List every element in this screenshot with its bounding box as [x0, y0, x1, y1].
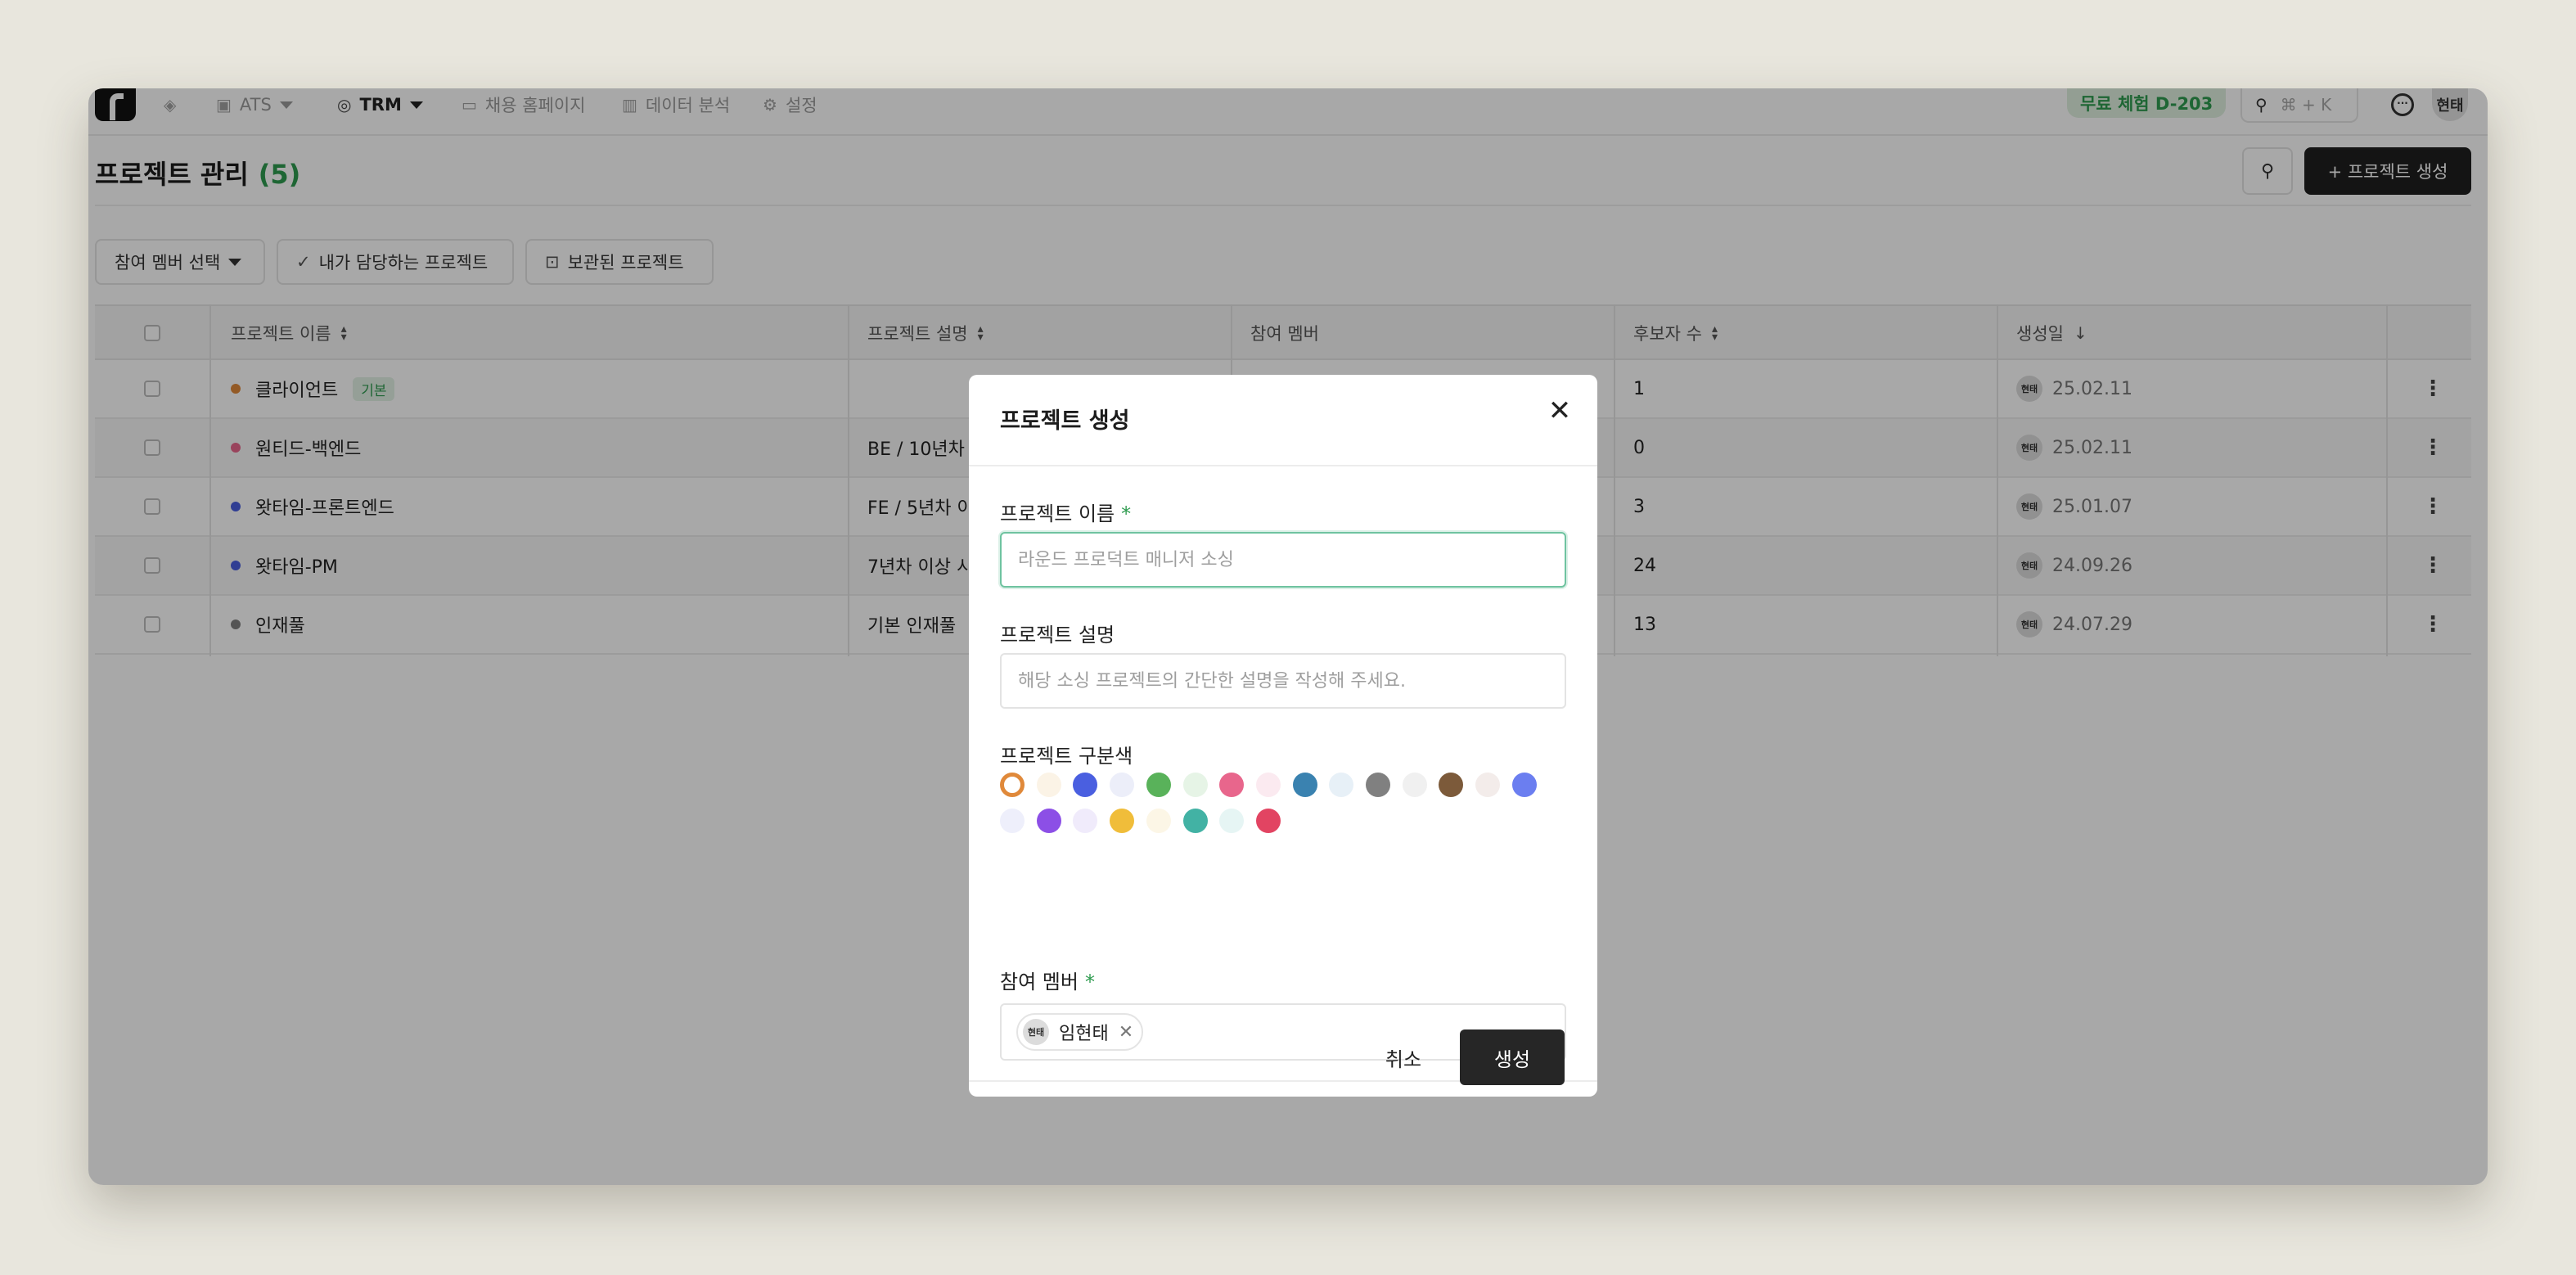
color-swatch[interactable] — [1182, 773, 1208, 797]
description-label: 프로젝트 설명 — [1000, 624, 1115, 647]
color-swatch[interactable] — [1219, 809, 1245, 833]
members-label-text: 참여 멤버 — [1000, 971, 1079, 993]
color-swatch[interactable] — [1292, 773, 1317, 797]
color-swatch[interactable] — [1110, 773, 1135, 797]
required-mark: * — [1121, 502, 1132, 525]
color-swatch[interactable] — [1255, 809, 1281, 833]
name-label: 프로젝트 이름 * — [1000, 498, 1131, 526]
create-project-modal: 프로젝트 생성 ✕ 프로젝트 이름 * 프로젝트 설명 프로젝트 구분색 참여 멤… — [969, 375, 1597, 1097]
project-name-input[interactable] — [1000, 532, 1566, 588]
members-label: 참여 멤버 * — [1000, 966, 1095, 994]
color-swatch[interactable] — [1402, 773, 1427, 797]
cancel-button[interactable]: 취소 — [1360, 1029, 1447, 1085]
color-swatch[interactable] — [1146, 809, 1171, 833]
color-swatch[interactable] — [1475, 773, 1501, 797]
submit-button[interactable]: 생성 — [1460, 1029, 1565, 1085]
project-description-input[interactable] — [1000, 653, 1566, 709]
color-swatch[interactable] — [1146, 773, 1171, 797]
color-swatch[interactable] — [1036, 809, 1061, 833]
color-swatch[interactable] — [1219, 773, 1245, 797]
color-swatch[interactable] — [1000, 809, 1025, 833]
color-swatch[interactable] — [1439, 773, 1464, 797]
color-swatch[interactable] — [1255, 773, 1281, 797]
color-swatch[interactable] — [1110, 809, 1135, 833]
color-swatch[interactable] — [1329, 773, 1354, 797]
color-swatch[interactable] — [1000, 773, 1025, 797]
color-swatch[interactable] — [1036, 773, 1061, 797]
color-swatch[interactable] — [1073, 773, 1098, 797]
app-window: ◈ ▣ ATS ◎ TRM ▭ 채용 홈페이지 ▥ 데이터 분석 ⚙ 설정 무료… — [88, 88, 2488, 1185]
modal-title: 프로젝트 생성 — [1000, 408, 1130, 434]
member-chip: 현태 임현태 ✕ — [1016, 1013, 1144, 1051]
color-swatch[interactable] — [1366, 773, 1390, 797]
color-swatch[interactable] — [1511, 773, 1537, 797]
color-swatch[interactable] — [1182, 809, 1208, 833]
required-mark: * — [1084, 971, 1095, 993]
color-swatch[interactable] — [1073, 809, 1098, 833]
avatar: 현태 — [1023, 1019, 1049, 1045]
name-label-text: 프로젝트 이름 — [1000, 502, 1115, 525]
member-name: 임현태 — [1059, 1024, 1109, 1044]
remove-member-icon[interactable]: ✕ — [1119, 1022, 1133, 1043]
color-label: 프로젝트 구분색 — [1000, 745, 1133, 768]
close-icon[interactable]: ✕ — [1542, 393, 1578, 429]
modal-divider — [969, 465, 1597, 466]
